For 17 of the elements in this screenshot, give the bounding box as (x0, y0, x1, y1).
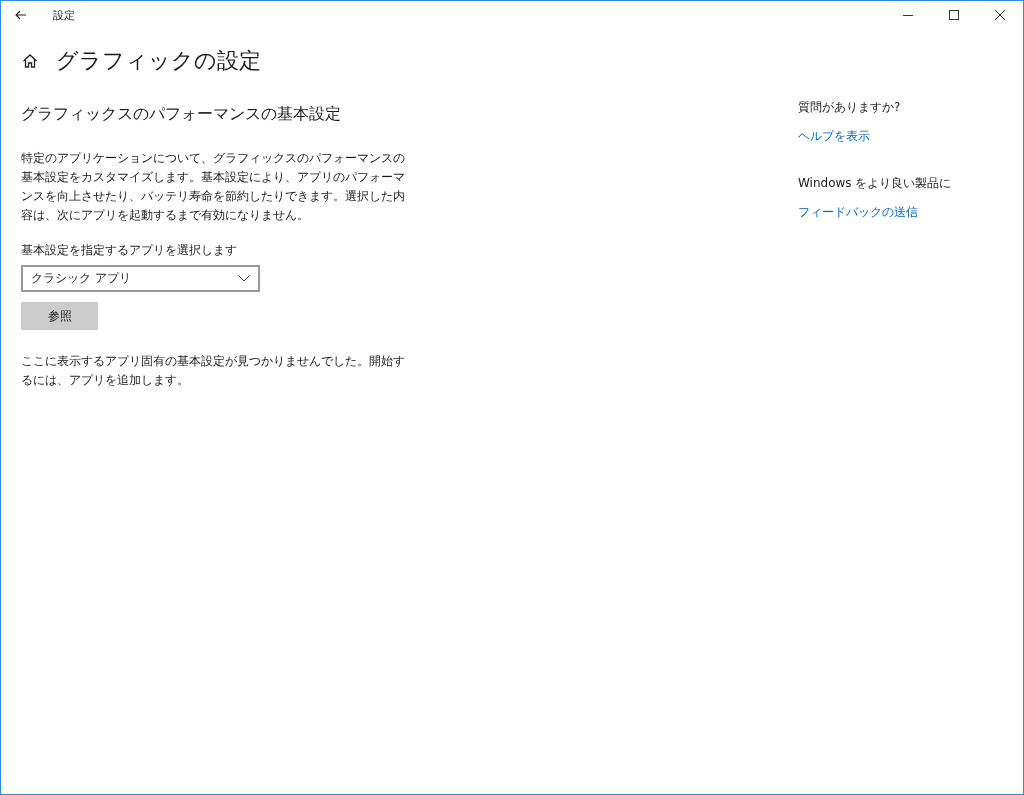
section-heading: グラフィックスのパフォーマンスの基本設定 (21, 104, 342, 125)
aside-heading: Windows をより良い製品に (798, 175, 952, 192)
aside-link[interactable]: ヘルプを表示 (798, 129, 870, 143)
page-title: グラフィックの設定 (56, 47, 261, 75)
close-icon (995, 10, 1005, 20)
aside-heading: 質問がありますか? (798, 99, 902, 116)
select-label: 基本設定を指定するアプリを選択します (21, 242, 238, 259)
empty-message: ここに表示するアプリ固有の基本設定が見つかりませんでした。開始するには、アプリを追加します。 (21, 353, 406, 389)
back-arrow-icon (15, 10, 27, 20)
aside-link[interactable]: フィードバックの送信 (798, 205, 918, 219)
maximize-icon (949, 10, 959, 20)
browse-button[interactable]: 参照 (21, 302, 98, 330)
chevron-down-icon (238, 275, 250, 282)
home-icon[interactable] (22, 53, 38, 69)
description-text: 特定のアプリケーションについて、グラフィックスのパフォーマンスの基本設定をカスタマイズします。基本設定により、アプリのパフォーマンスを向上させたり、バッテリ寿命を節約したりできます。選択した内容は、次にアプリを起動するまで有効になりません。 (21, 150, 406, 224)
window-title: 設定 (53, 7, 75, 23)
app-type-dropdown[interactable]: クラシック アプリ (21, 265, 260, 292)
